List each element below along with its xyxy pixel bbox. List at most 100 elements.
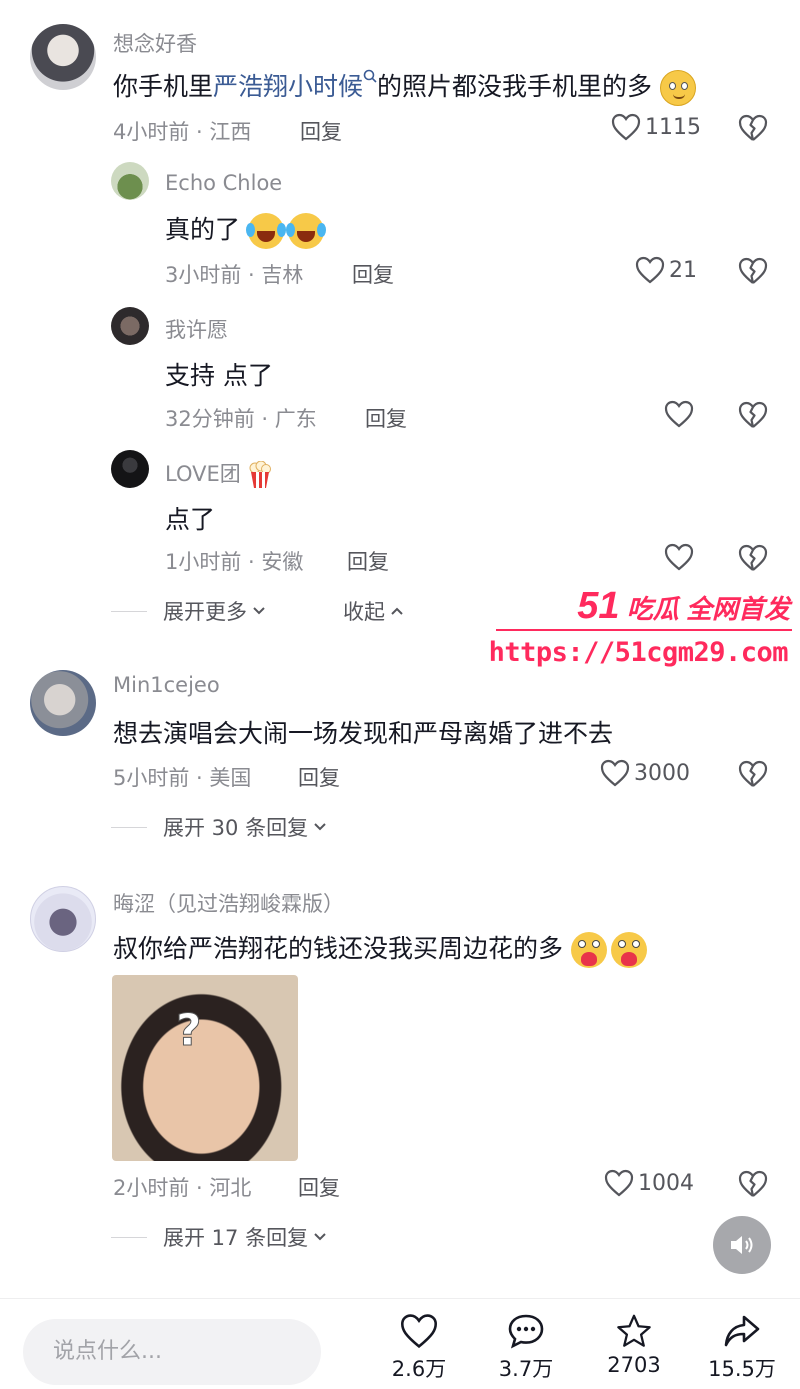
- expand-replies-button[interactable]: 展开 17 条回复: [111, 1222, 328, 1252]
- broken-heart-icon: [738, 401, 768, 428]
- comment-text: 想去演唱会大闹一场发现和严母离婚了进不去: [113, 719, 614, 748]
- comment-username[interactable]: 想念好香: [113, 28, 197, 58]
- crying-laughing-emoji-icon: [245, 213, 286, 249]
- like-button[interactable]: 1004: [604, 1169, 694, 1197]
- reply-button[interactable]: 回复: [347, 546, 389, 576]
- reply-username[interactable]: 我许愿: [165, 314, 228, 344]
- favorite-button[interactable]: 2703: [594, 1313, 674, 1377]
- avatar[interactable]: [30, 670, 96, 736]
- speaker-icon: [731, 1236, 753, 1254]
- like-count: 1115: [645, 114, 701, 140]
- avatar[interactable]: [30, 24, 96, 90]
- comment-time-location: 2小时前 · 河北: [113, 1176, 252, 1200]
- reply-time-location: 32分钟前 · 广东: [165, 407, 317, 431]
- reply-text: 点了: [165, 505, 216, 534]
- chevron-down-icon: [314, 1233, 326, 1241]
- sound-toggle-button[interactable]: [713, 1216, 771, 1274]
- comment-text: 你手机里严浩翔小时候 的照片都没我手机里的多: [113, 67, 696, 106]
- broken-heart-icon: [738, 1170, 768, 1197]
- reply-text-part: 真的了: [165, 215, 241, 244]
- popcorn-emoji-icon: [249, 460, 272, 488]
- comment-time-location: 5小时前 · 美国: [113, 766, 252, 790]
- question-mark-icon: ?: [176, 1005, 203, 1055]
- comment-icon: [508, 1314, 544, 1349]
- reply-username-text[interactable]: LOVE团: [165, 462, 241, 486]
- watermark-url: https://51cgm29.com: [488, 637, 789, 668]
- reply-username[interactable]: Echo Chloe: [165, 171, 282, 195]
- watermark-slogan: 吃瓜 全网首发: [626, 594, 790, 624]
- search-link-text[interactable]: 严浩翔小时候: [213, 72, 363, 101]
- search-icon[interactable]: [363, 69, 377, 83]
- dislike-button[interactable]: [738, 1170, 768, 1198]
- avatar[interactable]: [111, 450, 149, 488]
- reply-button[interactable]: 回复: [365, 403, 407, 433]
- collapse-button[interactable]: 收起: [343, 596, 405, 626]
- like-button[interactable]: [664, 400, 698, 428]
- comment-text-part: 的照片都没我手机里的多: [377, 72, 653, 101]
- reply-time-location: 3小时前 · 吉林: [165, 263, 304, 287]
- expand-more-label[interactable]: 展开更多: [163, 596, 247, 626]
- share-count: 15.5万: [708, 1357, 776, 1381]
- like-button[interactable]: 21: [635, 256, 697, 284]
- heart-icon: [664, 543, 694, 571]
- comment-time-location: 4小时前 · 江西: [113, 120, 252, 144]
- expand-more-button[interactable]: 展开更多: [111, 596, 267, 626]
- like-count: 1004: [638, 1170, 694, 1196]
- reply-button[interactable]: 回复: [300, 116, 342, 146]
- dislike-button[interactable]: [738, 114, 768, 142]
- crying-laughing-emoji-icon: [285, 213, 326, 249]
- avatar[interactable]: [111, 162, 149, 200]
- broken-heart-icon: [738, 257, 768, 284]
- search-link[interactable]: 严浩翔小时候: [213, 69, 377, 101]
- chevron-down-icon: [253, 607, 265, 615]
- broken-heart-icon: [738, 760, 768, 787]
- watermark: 51 吃瓜 全网首发 https://51cgm29.com: [488, 585, 792, 675]
- divider: [111, 826, 147, 828]
- dislike-button[interactable]: [738, 401, 768, 429]
- comment-image[interactable]: ?: [112, 975, 298, 1161]
- comment-text-part: 叔你给严浩翔花的钱还没我买周边花的多: [113, 934, 564, 963]
- dislike-button[interactable]: [738, 760, 768, 788]
- heart-icon: [400, 1314, 438, 1349]
- svg-text:?: ?: [176, 1005, 202, 1055]
- expand-replies-button[interactable]: 展开 30 条回复: [111, 812, 328, 842]
- heart-icon: [635, 256, 665, 284]
- reply-username[interactable]: LOVE团: [165, 458, 273, 489]
- reply-time-location: 1小时前 · 安徽: [165, 550, 304, 574]
- star-icon: [617, 1314, 651, 1347]
- divider: [111, 1236, 147, 1238]
- dislike-button[interactable]: [738, 544, 768, 572]
- reply-button[interactable]: 回复: [352, 259, 394, 289]
- comment-username[interactable]: 晦涩（见过浩翔峻霖版）: [113, 888, 344, 918]
- like-button[interactable]: 1115: [611, 113, 701, 141]
- reply-text: 真的了: [165, 210, 326, 249]
- dislike-button[interactable]: [738, 257, 768, 285]
- reply-button[interactable]: 回复: [298, 762, 340, 792]
- favorite-count: 2703: [607, 1353, 661, 1377]
- avatar[interactable]: [111, 307, 149, 345]
- expand-replies-label[interactable]: 展开 30 条回复: [163, 812, 308, 842]
- reply-text: 支持 点了: [165, 361, 273, 390]
- share-icon: [724, 1315, 760, 1347]
- comment-username[interactable]: Min1cejeo: [113, 673, 220, 697]
- heart-icon: [600, 759, 630, 787]
- reply-button[interactable]: 回复: [298, 1172, 340, 1202]
- comment-input[interactable]: 说点什么...: [23, 1319, 321, 1385]
- like-video-button[interactable]: 2.6万: [379, 1313, 459, 1383]
- avatar[interactable]: [30, 886, 96, 952]
- heart-icon: [611, 113, 641, 141]
- like-video-count: 2.6万: [391, 1357, 447, 1381]
- comments-button[interactable]: 3.7万: [486, 1313, 566, 1383]
- watermark-line1: 51 吃瓜 全网首发: [577, 585, 790, 628]
- broken-heart-icon: [738, 114, 768, 141]
- divider: [111, 610, 147, 612]
- comments-count: 3.7万: [498, 1357, 554, 1381]
- like-button[interactable]: 3000: [600, 759, 690, 787]
- expand-replies-label[interactable]: 展开 17 条回复: [163, 1222, 308, 1252]
- collapse-label[interactable]: 收起: [343, 596, 385, 626]
- share-button[interactable]: 15.5万: [702, 1313, 782, 1383]
- chevron-down-icon: [314, 823, 326, 831]
- chevron-up-icon: [391, 607, 403, 615]
- like-button[interactable]: [664, 543, 698, 571]
- comment-text-part: 你手机里: [113, 72, 214, 101]
